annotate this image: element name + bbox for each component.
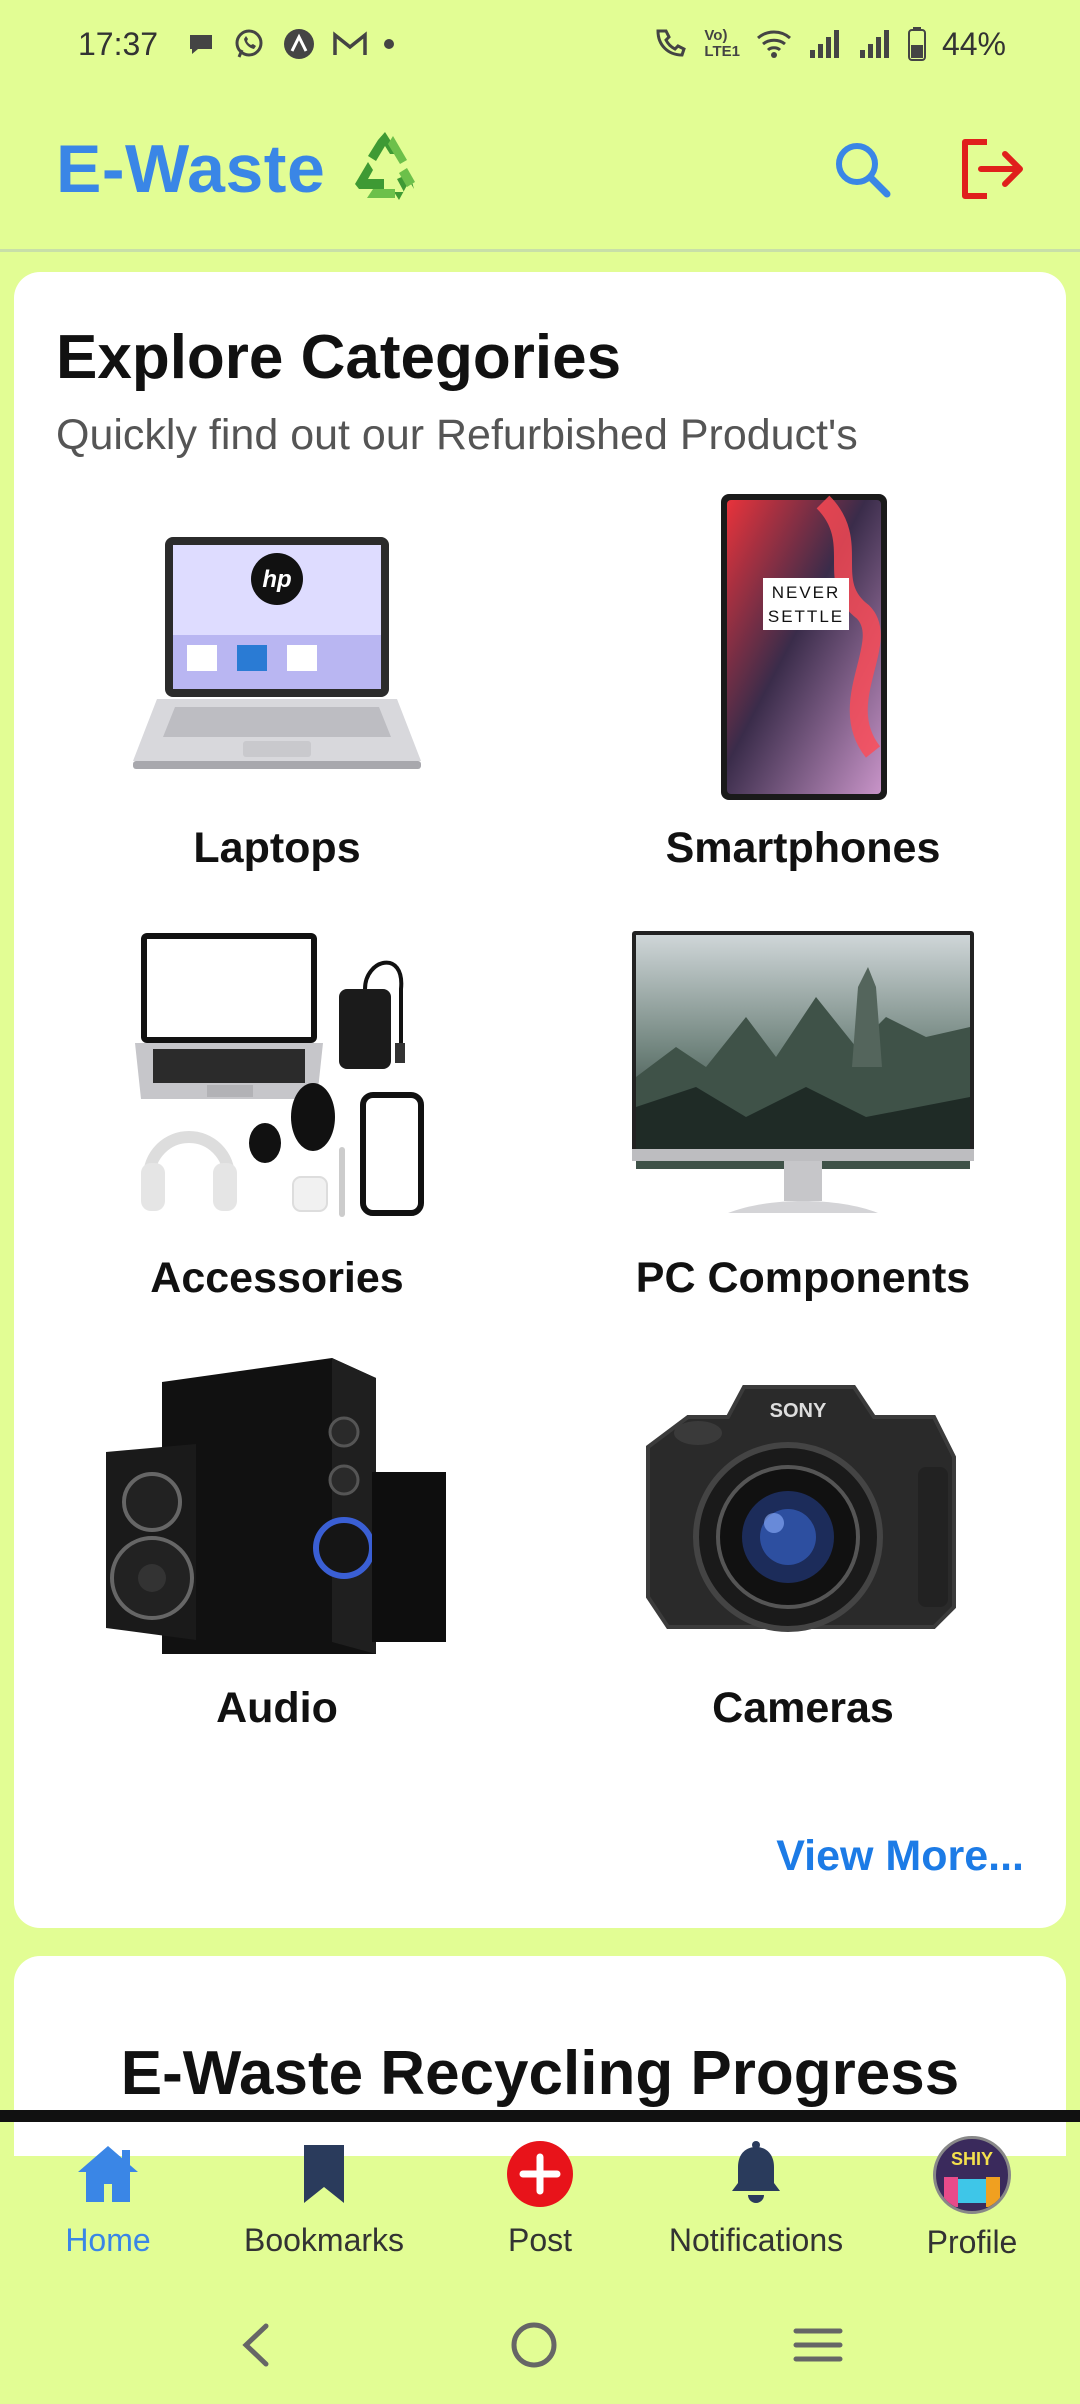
signal-icon-2 — [858, 28, 892, 60]
app-notification-icon — [282, 27, 316, 61]
app-bar: E-Waste — [0, 88, 1080, 252]
monitor-image — [623, 922, 983, 1232]
wifi-icon — [756, 28, 792, 60]
search-button[interactable] — [826, 133, 898, 205]
avatar: SHIY — [933, 2136, 1011, 2214]
svg-text:SETTLE: SETTLE — [768, 607, 844, 626]
plus-icon — [502, 2136, 578, 2212]
bookmark-icon — [286, 2136, 362, 2212]
camera-image: SONY — [623, 1352, 983, 1662]
recycle-icon — [345, 126, 425, 211]
back-icon — [242, 2323, 269, 2366]
more-notifications-dot — [384, 39, 395, 49]
svg-text:NEVER: NEVER — [772, 583, 841, 602]
system-navigation — [0, 2290, 1080, 2404]
menu-icon — [793, 2328, 843, 2361]
laptop-image: hp — [97, 492, 457, 802]
nav-post[interactable]: Post — [432, 2136, 648, 2259]
circle-home-icon — [511, 2322, 557, 2367]
nav-label: Bookmarks — [243, 2222, 405, 2258]
category-smartphones[interactable]: NEVER SETTLE Smartphones — [540, 492, 1066, 922]
chat-icon — [186, 29, 216, 59]
category-accessories[interactable]: Accessories — [14, 922, 540, 1352]
category-label: Laptops — [193, 824, 361, 872]
section-title: Explore Categories — [56, 323, 622, 392]
home-icon — [70, 2136, 146, 2212]
bell-icon — [718, 2136, 794, 2212]
bottom-nav: Home Bookmarks Post Notifications SHIY P… — [0, 2122, 1080, 2274]
app-title: E-Waste — [56, 130, 326, 207]
volte-indicator: Vo) LTE1 — [704, 27, 740, 60]
nav-label: Home — [65, 2222, 151, 2258]
back-button[interactable] — [236, 2320, 276, 2375]
search-icon — [836, 142, 891, 197]
nav-label: Post — [507, 2222, 573, 2258]
nav-label: Notifications — [668, 2222, 844, 2258]
svg-text:SONY: SONY — [770, 1400, 827, 1422]
category-pc-components[interactable]: PC Components — [540, 922, 1066, 1352]
brand: E-Waste — [56, 126, 425, 211]
battery-icon — [907, 27, 926, 61]
category-label: Accessories — [150, 1254, 404, 1302]
category-cameras[interactable]: SONY Cameras — [540, 1352, 1066, 1782]
recents-button[interactable] — [792, 2325, 844, 2370]
home-system-button[interactable] — [509, 2320, 559, 2375]
category-label: Audio — [216, 1684, 338, 1732]
gmail-icon — [332, 29, 368, 59]
category-laptops[interactable]: hp Laptops — [14, 492, 540, 922]
nav-profile[interactable]: SHIY Profile — [864, 2136, 1080, 2261]
nav-label: Profile — [926, 2224, 1018, 2260]
category-label: PC Components — [635, 1254, 971, 1302]
category-label: Smartphones — [665, 824, 941, 872]
nav-bookmarks[interactable]: Bookmarks — [216, 2136, 432, 2259]
category-audio[interactable]: Audio — [14, 1352, 540, 1782]
nav-notifications[interactable]: Notifications — [648, 2136, 864, 2259]
smartphone-image: NEVER SETTLE — [623, 492, 983, 802]
nav-home[interactable]: Home — [0, 2136, 216, 2259]
accessories-image — [97, 922, 457, 1232]
logout-icon — [962, 138, 1023, 199]
category-label: Cameras — [712, 1684, 894, 1732]
categories-card: Explore Categories Quickly find out our … — [14, 272, 1066, 1928]
svg-text:hp: hp — [262, 566, 291, 593]
category-grid: hp Laptops NEVER SETTLE Smartphones Acce… — [14, 492, 1066, 1782]
speaker-image — [97, 1352, 457, 1662]
status-time: 17:37 — [78, 25, 159, 62]
battery-level: 44% — [941, 25, 1006, 62]
nav-divider — [0, 2110, 1080, 2122]
signal-icon — [808, 28, 842, 60]
whatsapp-icon — [232, 27, 266, 61]
view-more-link[interactable]: View More... — [776, 1832, 1024, 1881]
progress-title: E-Waste Recycling Progress — [120, 2039, 960, 2108]
section-subtitle: Quickly find out our Refurbished Product… — [56, 411, 858, 459]
wifi-call-icon — [652, 27, 688, 61]
logout-button[interactable] — [956, 133, 1028, 205]
status-bar: 17:37 Vo) LTE1 44% — [0, 0, 1080, 88]
